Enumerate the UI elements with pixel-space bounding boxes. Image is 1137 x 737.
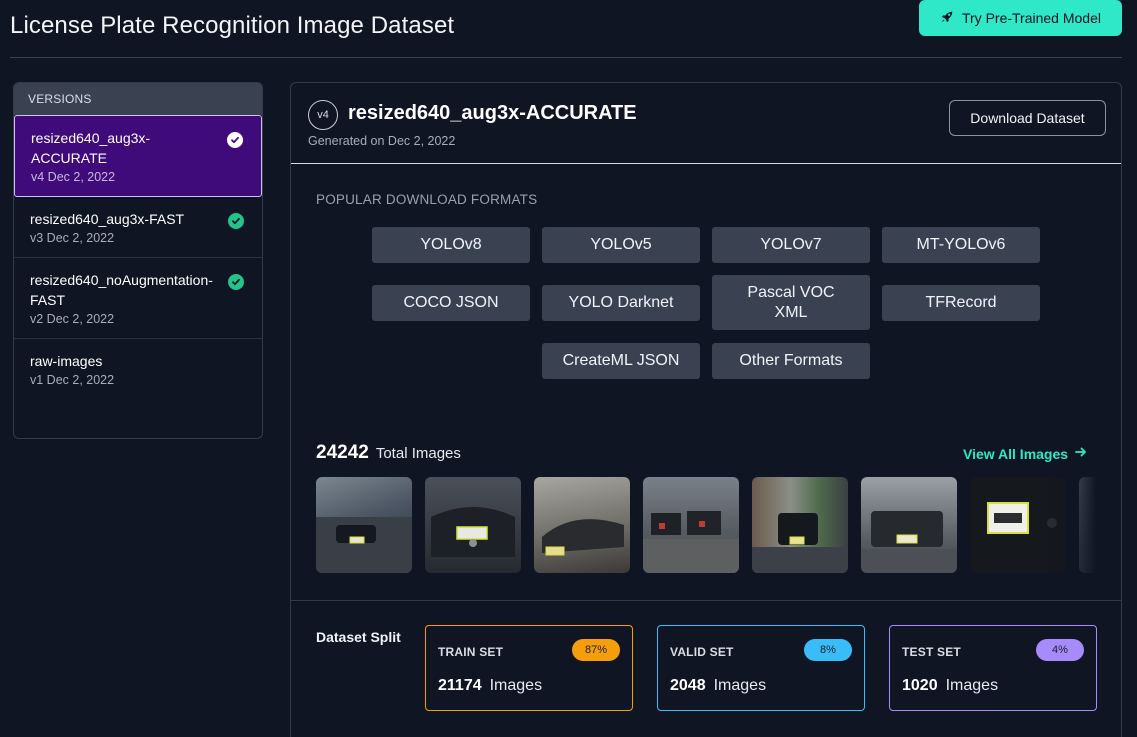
version-title: resized640_aug3x-ACCURATE	[348, 102, 637, 124]
format-yolo-darknet-button[interactable]: YOLO Darknet	[542, 285, 700, 321]
check-circle-icon	[228, 274, 244, 290]
version-name: resized640_aug3x-ACCURATE	[31, 130, 151, 166]
split-count-unit: Images	[945, 677, 999, 694]
arrow-right-icon	[1074, 445, 1088, 462]
version-item-v4[interactable]: resized640_aug3x-ACCURATE v4 Dec 2, 2022	[14, 115, 262, 197]
format-mt-yolov6-button[interactable]: MT-YOLOv6	[882, 227, 1040, 263]
split-count: 1020 Images	[902, 677, 998, 695]
format-coco-json-button[interactable]: COCO JSON	[372, 285, 530, 321]
total-images-label: Total Images	[375, 445, 461, 462]
download-formats-label: POPULAR DOWNLOAD FORMATS	[316, 192, 538, 207]
version-item-v1[interactable]: raw-images v1 Dec 2, 2022	[14, 339, 262, 399]
image-thumbnail[interactable]	[861, 477, 957, 573]
version-item-v2[interactable]: resized640_noAugmentation-FAST v2 Dec 2,…	[14, 258, 262, 339]
title-divider	[10, 57, 1122, 58]
total-images: 24242 Total Images	[316, 442, 461, 464]
version-meta: v2 Dec 2, 2022	[30, 312, 115, 326]
version-name: raw-images	[30, 353, 103, 369]
image-thumbnail[interactable]	[643, 477, 739, 573]
split-count: 21174 Images	[438, 677, 542, 695]
split-percent-badge: 4%	[1036, 639, 1084, 661]
total-images-count: 24242	[316, 442, 369, 463]
view-all-images-label: View All Images	[963, 445, 1069, 462]
view-all-images-link[interactable]: View All Images	[963, 445, 1088, 462]
version-meta: v1 Dec 2, 2022	[30, 373, 115, 387]
test-set-card: TEST SET 4% 1020 Images	[889, 625, 1097, 711]
format-tfrecord-button[interactable]: TFRecord	[882, 285, 1040, 321]
split-name: TEST SET	[902, 645, 961, 659]
image-thumbnail[interactable]	[534, 477, 630, 573]
valid-set-card: VALID SET 8% 2048 Images	[657, 625, 865, 711]
split-count-unit: Images	[489, 677, 543, 694]
format-other-formats-button[interactable]: Other Formats	[712, 343, 870, 379]
try-pretrained-model-button[interactable]: Try Pre-Trained Model	[919, 0, 1122, 36]
version-detail-panel: v4 resized640_aug3x-ACCURATE Generated o…	[290, 82, 1122, 737]
format-yolov5-button[interactable]: YOLOv5	[542, 227, 700, 263]
train-set-card: TRAIN SET 87% 21174 Images	[425, 625, 633, 711]
format-yolov7-button[interactable]: YOLOv7	[712, 227, 870, 263]
page-title: License Plate Recognition Image Dataset	[10, 12, 455, 39]
version-name: resized640_aug3x-FAST	[30, 211, 185, 227]
image-thumbnail[interactable]	[316, 477, 412, 573]
dataset-split-label: Dataset Split	[316, 629, 401, 645]
rocket-icon	[940, 10, 954, 27]
versions-header: VERSIONS	[14, 83, 262, 115]
split-percent-badge: 87%	[572, 639, 620, 661]
image-thumbnail[interactable]	[425, 477, 521, 573]
thumbnails-fade	[1046, 477, 1096, 573]
split-percent-badge: 8%	[804, 639, 852, 661]
image-thumbnail[interactable]	[752, 477, 848, 573]
check-circle-icon	[227, 132, 243, 148]
version-generated-date: Generated on Dec 2, 2022	[308, 134, 456, 148]
split-name: TRAIN SET	[438, 645, 504, 659]
try-pretrained-model-label: Try Pre-Trained Model	[961, 10, 1101, 26]
split-name: VALID SET	[670, 645, 734, 659]
download-dataset-button[interactable]: Download Dataset	[949, 100, 1106, 136]
format-yolov8-button[interactable]: YOLOv8	[372, 227, 530, 263]
split-count: 2048 Images	[670, 677, 766, 695]
format-createml-json-button[interactable]: CreateML JSON	[542, 343, 700, 379]
version-meta: v4 Dec 2, 2022	[31, 170, 116, 184]
image-thumbnails	[316, 477, 1096, 573]
split-count-unit: Images	[713, 677, 767, 694]
check-circle-icon	[228, 213, 244, 229]
version-name: resized640_noAugmentation-FAST	[30, 272, 213, 308]
versions-panel: VERSIONS resized640_aug3x-ACCURATE v4 De…	[13, 82, 263, 439]
version-header: v4 resized640_aug3x-ACCURATE Generated o…	[291, 83, 1121, 164]
version-badge: v4	[308, 100, 338, 130]
split-count-value: 2048	[670, 677, 706, 694]
split-count-value: 21174	[438, 677, 482, 694]
version-item-v3[interactable]: resized640_aug3x-FAST v3 Dec 2, 2022	[14, 197, 262, 258]
split-count-value: 1020	[902, 677, 938, 694]
split-divider	[291, 600, 1121, 601]
version-meta: v3 Dec 2, 2022	[30, 231, 115, 245]
format-pascal-voc-xml-button[interactable]: Pascal VOC XML	[712, 275, 870, 330]
